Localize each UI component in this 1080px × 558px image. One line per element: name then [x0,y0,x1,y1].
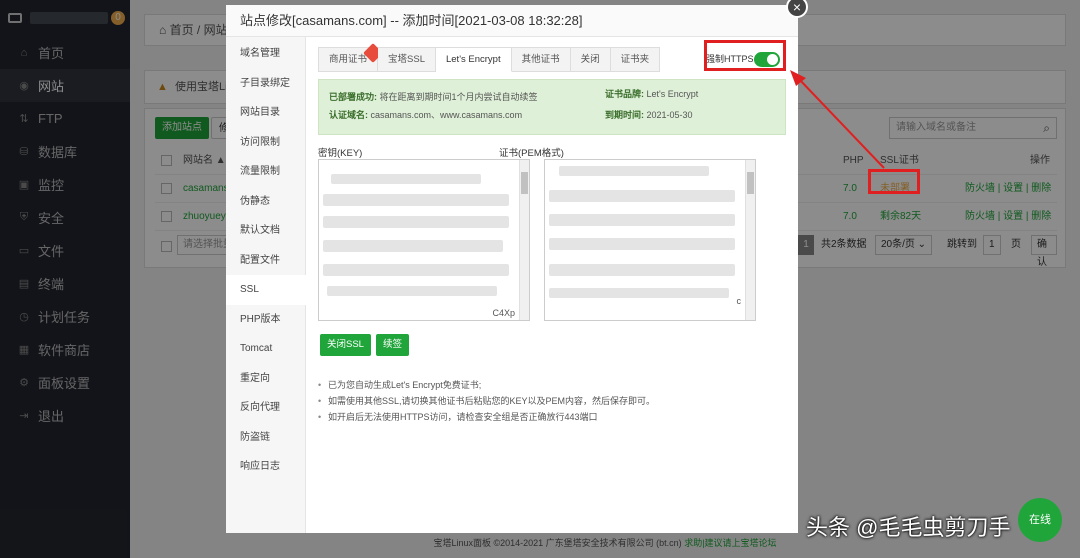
watermark-text: 头条 @毛毛虫剪刀手 [806,515,1011,540]
annotation-arrow [790,70,885,169]
online-chat-button[interactable]: 在线 [1018,498,1062,542]
